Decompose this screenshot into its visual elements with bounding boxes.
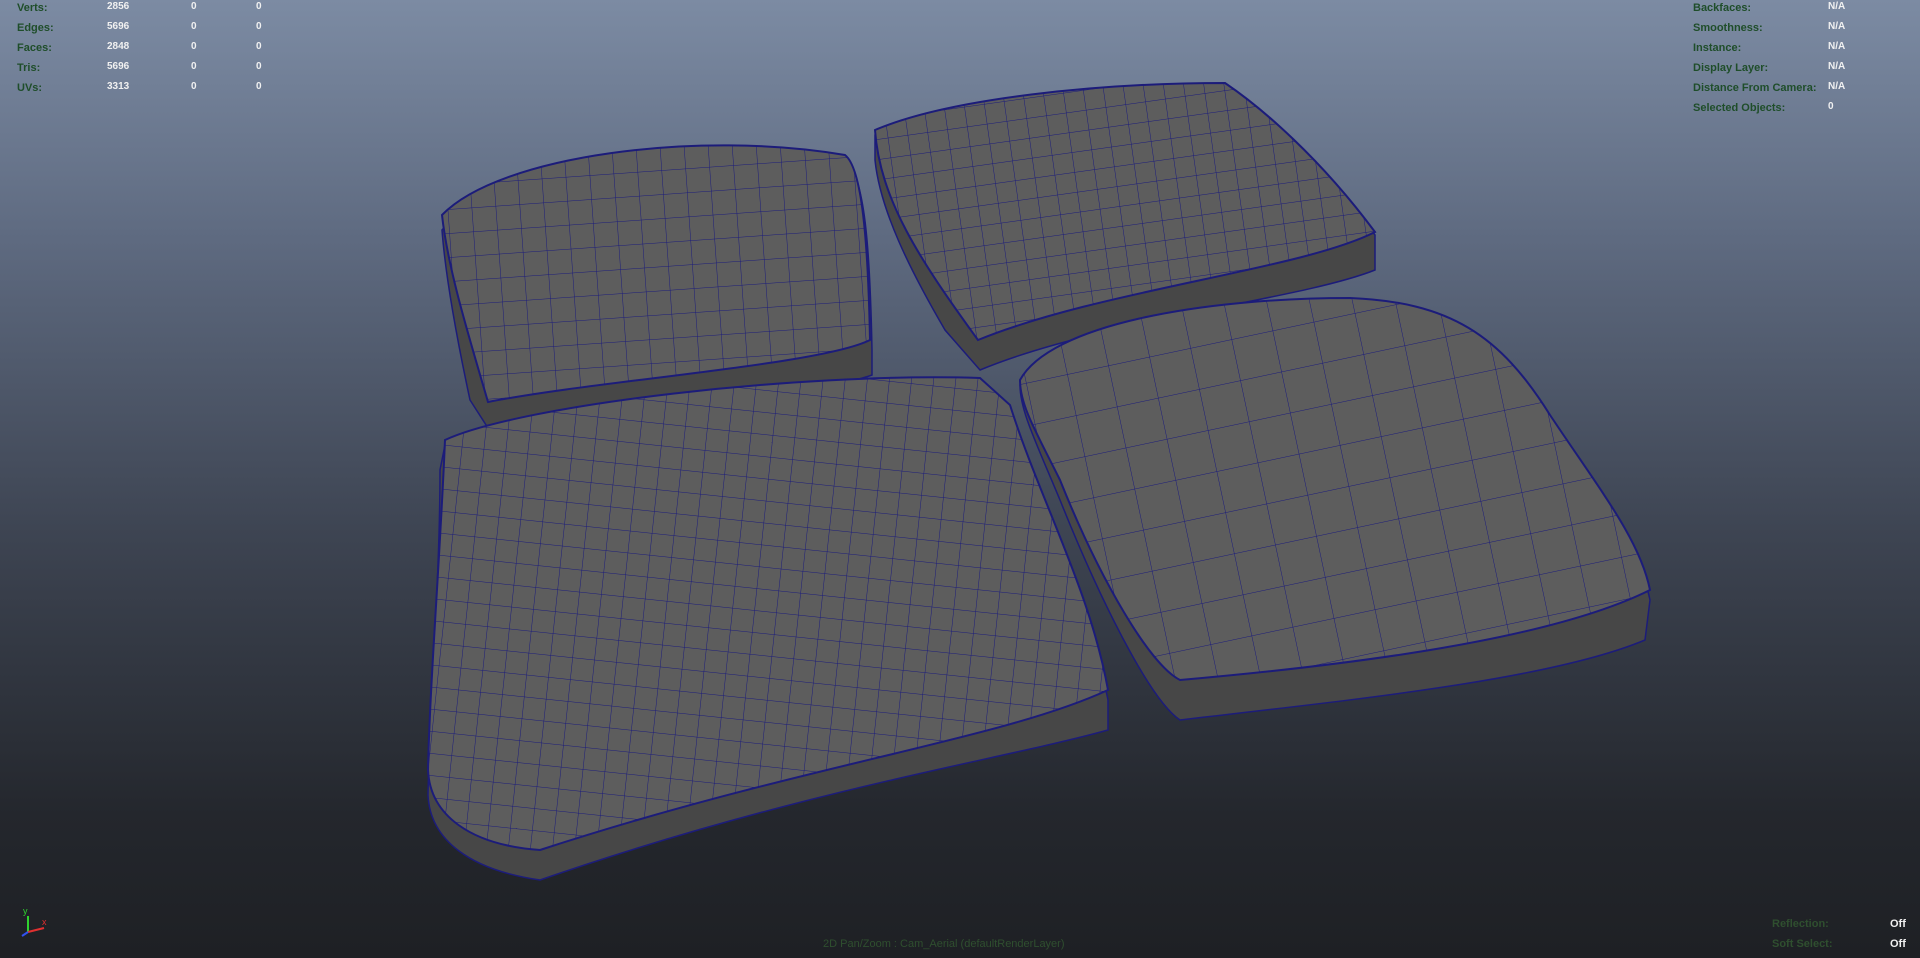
stat-row: Faces:	[17, 42, 52, 54]
stat-row: Edges:	[17, 22, 54, 34]
info-label: Selected Objects:	[1693, 102, 1786, 114]
mesh-scene[interactable]	[0, 0, 1920, 958]
stat-row: Tris:	[17, 62, 41, 74]
axis-y-label: y	[23, 908, 28, 916]
bread-slice-bottom-left[interactable]	[426, 376, 1110, 881]
poly-count-hud: Verts: 2856 0 0 Edges: 5696 0 0 Faces: 2…	[17, 1, 262, 94]
object-info-hud: Backfaces: N/A Smoothness: N/A Instance:…	[1693, 1, 1846, 114]
reflection-value: Off	[1890, 918, 1906, 930]
stat-row: Verts:	[17, 2, 48, 14]
axis-gizmo-icon: y x	[21, 908, 47, 937]
axis-x-label: x	[42, 917, 47, 927]
info-label: Backfaces:	[1693, 2, 1752, 14]
info-label: Instance:	[1693, 42, 1742, 54]
info-label: Distance From Camera:	[1693, 82, 1817, 94]
reflection-label: Reflection:	[1772, 918, 1829, 930]
camera-label: 2D Pan/Zoom : Cam_Aerial (defaultRenderL…	[823, 938, 1065, 950]
info-label: Smoothness:	[1693, 22, 1763, 34]
soft-select-value: Off	[1890, 938, 1906, 950]
bread-slice-bottom-right[interactable]	[1018, 296, 1652, 721]
soft-select-label: Soft Select:	[1772, 938, 1833, 950]
info-label: Display Layer:	[1693, 62, 1769, 74]
stat-row: UVs:	[17, 82, 43, 94]
